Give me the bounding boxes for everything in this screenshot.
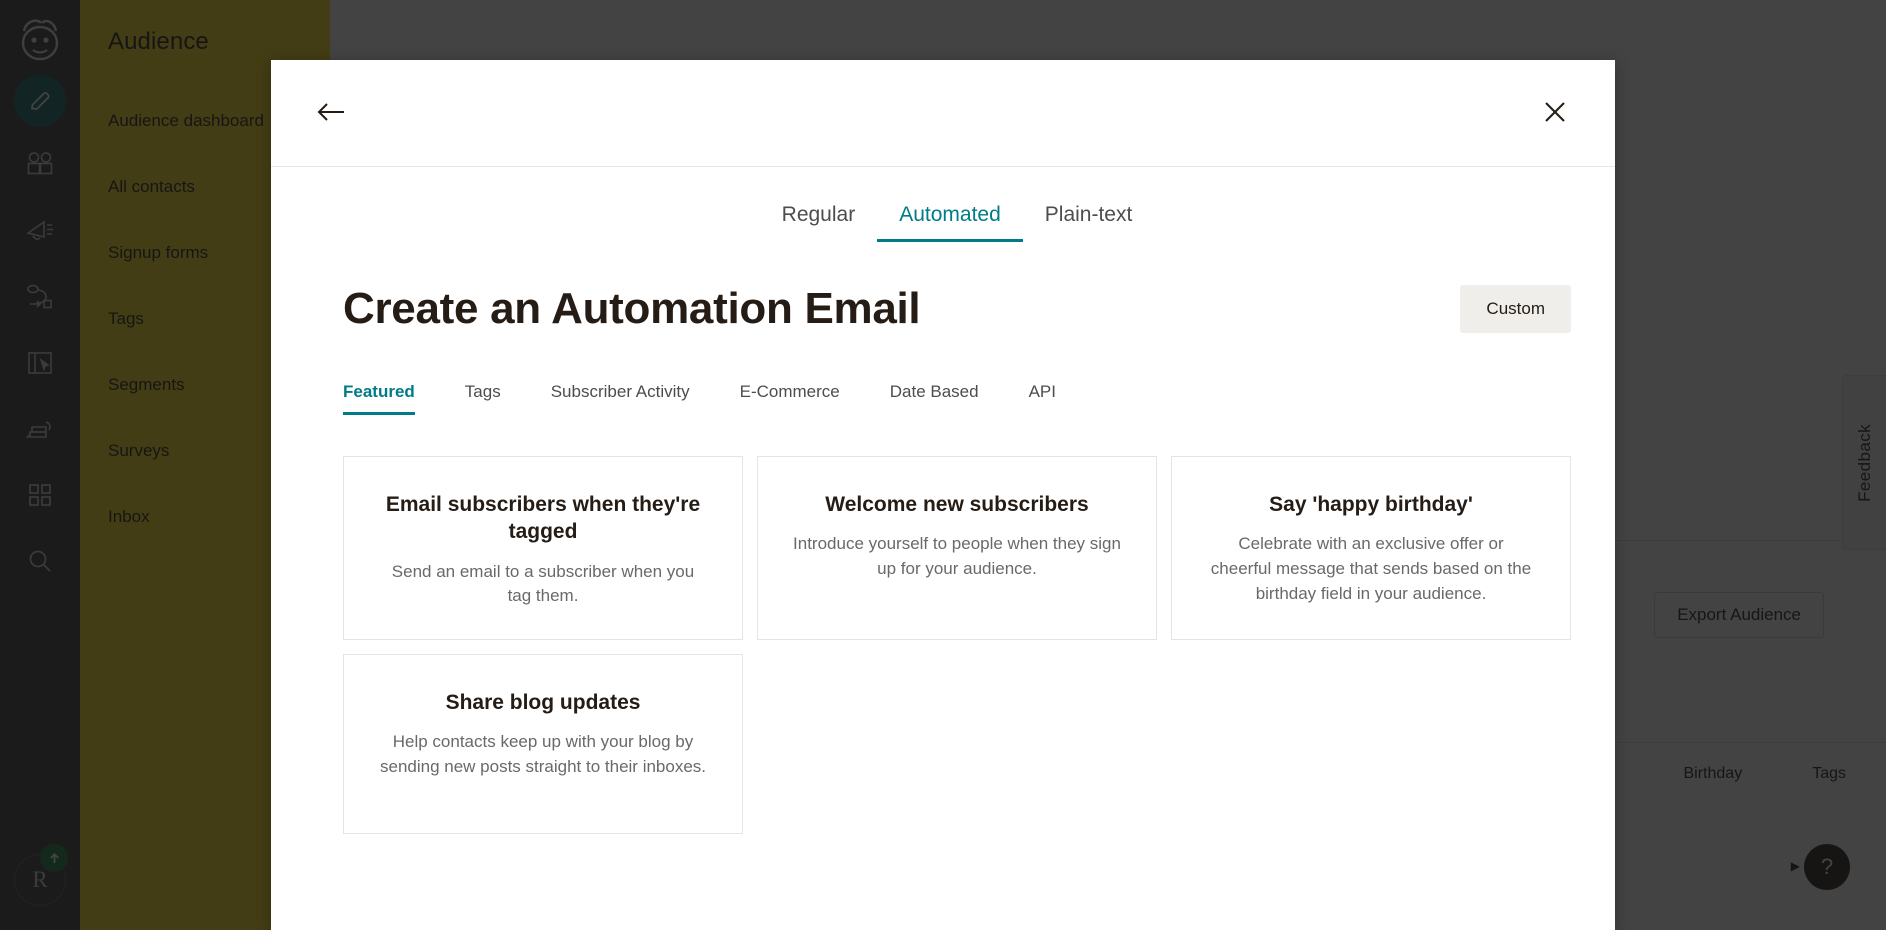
back-button[interactable] [309, 91, 353, 135]
automation-card[interactable]: Email subscribers when they're tagged Se… [343, 456, 743, 640]
close-x-icon [1542, 99, 1568, 128]
tab-subscriber-activity[interactable]: Subscriber Activity [551, 382, 690, 415]
automation-card-grid: Email subscribers when they're tagged Se… [271, 416, 1615, 834]
tab-automated[interactable]: Automated [877, 197, 1023, 242]
automation-category-tabs: Featured Tags Subscriber Activity E-Comm… [271, 334, 1615, 416]
close-button[interactable] [1533, 91, 1577, 135]
screen-root: R Audience Audience dashboard All contac… [0, 0, 1886, 930]
modal-body: Regular Automated Plain-text Create an A… [271, 167, 1615, 930]
card-description: Help contacts keep up with your blog by … [379, 732, 707, 776]
card-description: Introduce yourself to people when they s… [793, 534, 1121, 578]
card-title: Welcome new subscribers [825, 493, 1089, 516]
modal-scroll-content: Regular Automated Plain-text Create an A… [271, 167, 1615, 930]
tab-e-commerce[interactable]: E-Commerce [740, 382, 840, 415]
email-type-tabs: Regular Automated Plain-text [271, 167, 1615, 242]
modal-header [271, 60, 1615, 167]
modal-title: Create an Automation Email [343, 284, 921, 333]
card-title: Email subscribers when they're tagged [385, 493, 701, 544]
automation-card[interactable]: Say 'happy birthday' Celebrate with an e… [1171, 456, 1571, 640]
card-description: Send an email to a subscriber when you t… [391, 561, 695, 606]
card-description: Celebrate with an exclusive offer or che… [1210, 534, 1532, 603]
card-title: Say 'happy birthday' [1269, 493, 1473, 516]
create-email-modal: Regular Automated Plain-text Create an A… [271, 60, 1615, 930]
tab-featured[interactable]: Featured [343, 382, 415, 415]
card-title: Share blog updates [445, 690, 641, 714]
tab-tags[interactable]: Tags [465, 382, 501, 415]
arrow-left-icon [316, 101, 346, 126]
tab-date-based[interactable]: Date Based [890, 382, 979, 415]
tab-api[interactable]: API [1029, 382, 1056, 415]
custom-button[interactable]: Custom [1460, 285, 1571, 333]
automation-card[interactable]: Share blog updates Help contacts keep up… [343, 653, 743, 834]
tab-regular[interactable]: Regular [760, 197, 878, 242]
tab-plain-text[interactable]: Plain-text [1023, 197, 1155, 242]
automation-card[interactable]: Welcome new subscribers Introduce yourse… [757, 456, 1157, 640]
modal-title-row: Create an Automation Email Custom [271, 242, 1615, 334]
